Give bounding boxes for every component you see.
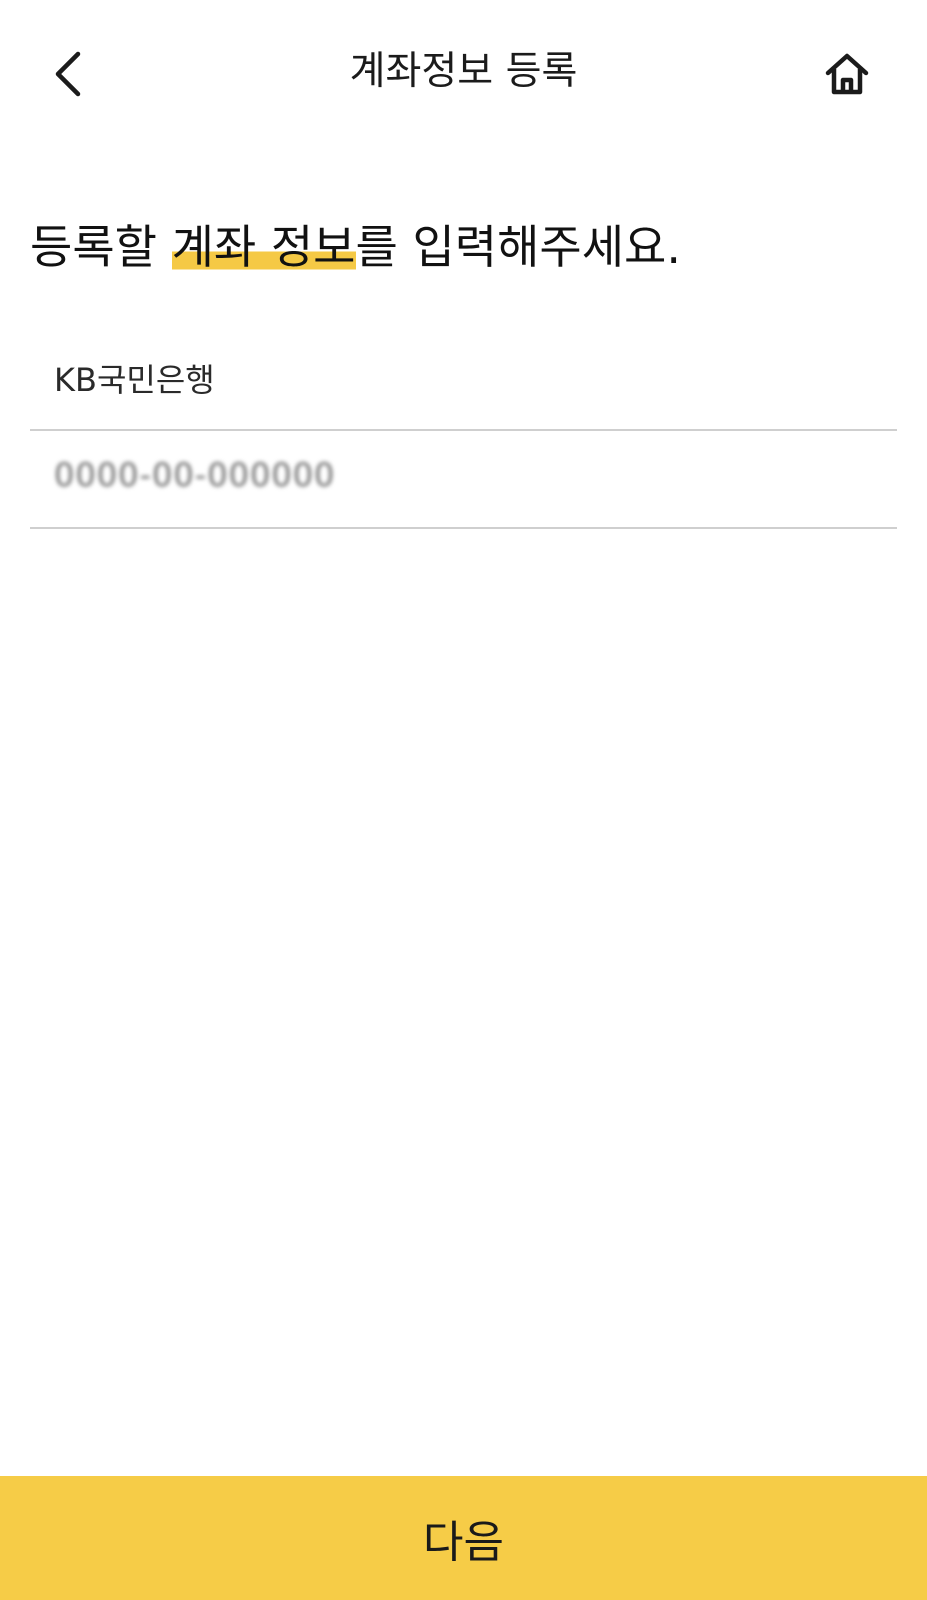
top-app-bar: 계좌정보 등록 [0,0,927,150]
headline-prefix: 등록할 [30,220,172,274]
bank-select-field[interactable]: KB국민은행 [30,340,897,431]
headline-suffix: 를 입력해주세요. [355,220,681,274]
instruction-headline: 등록할 계좌 정보를 입력해주세요. [30,214,681,280]
page-title: 계좌정보 등록 [349,49,578,94]
home-icon [825,53,869,95]
bank-name-value[interactable]: KB국민은행 [54,358,215,402]
home-button[interactable] [819,46,875,102]
account-number-value[interactable]: 0000-00-000000 [54,453,335,497]
account-number-field[interactable]: 0000-00-000000 [30,431,897,529]
next-button[interactable]: 다음 [0,1476,927,1600]
headline-highlight: 계좌 정보 [171,220,356,274]
